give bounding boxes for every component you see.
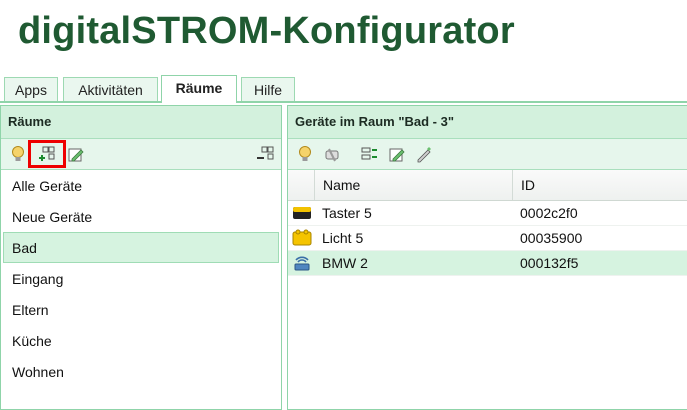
remove-room-icon[interactable] [256,145,274,163]
add-room-icon[interactable] [38,145,56,163]
table-row[interactable]: Licht 5 00035900 [288,226,687,251]
devices-panel-title: Geräte im Raum "Bad - 3" [288,106,687,139]
device-id: 000132f5 [520,255,579,271]
device-name: BMW 2 [322,255,368,271]
room-item-kueche[interactable]: Küche [3,325,279,356]
room-item-bad[interactable]: Bad [3,232,279,263]
room-item-eingang[interactable]: Eingang [3,263,279,294]
yellow-device-icon [292,229,312,247]
black-device-icon [292,204,312,222]
edit-icon[interactable] [388,145,406,163]
column-header-id[interactable]: ID [512,170,687,200]
devices-table-body: Taster 5 0002c2f0 Licht 5 00035900 BMW 2… [288,201,687,276]
room-item-neue-geraete[interactable]: Neue Geräte [3,201,279,232]
room-item-eltern[interactable]: Eltern [3,294,279,325]
device-properties-icon[interactable] [360,145,378,163]
rooms-panel: Räume Alle Geräte Neue Geräte Bad Eingan… [0,105,282,410]
devices-panel: Geräte im Raum "Bad - 3" Name ID Taster … [287,105,687,410]
device-id: 0002c2f0 [520,205,578,221]
lightbulb-icon[interactable] [9,145,27,163]
device-id: 00035900 [520,230,583,246]
room-item-alle-geraete[interactable]: Alle Geräte [3,170,279,201]
main-tabs: Apps Aktivitäten Räume Hilfe [0,75,687,103]
table-row[interactable]: BMW 2 000132f5 [288,251,687,276]
icon-column-header [288,170,314,200]
blue-wireless-device-icon [292,254,312,272]
tab-raeume[interactable]: Räume [161,75,237,103]
configure-icon[interactable] [323,145,341,163]
tab-apps[interactable]: Apps [4,77,58,101]
edit-room-icon[interactable] [67,145,85,163]
pen-icon[interactable] [415,145,433,163]
devices-toolbar [288,139,687,170]
device-name: Taster 5 [322,205,372,221]
room-item-wohnen[interactable]: Wohnen [3,356,279,387]
rooms-list: Alle Geräte Neue Geräte Bad Eingang Elte… [1,170,281,387]
device-name: Licht 5 [322,230,364,246]
lightbulb-icon[interactable] [296,145,314,163]
rooms-toolbar [1,139,281,170]
table-row[interactable]: Taster 5 0002c2f0 [288,201,687,226]
tab-hilfe[interactable]: Hilfe [241,77,295,101]
devices-table-header: Name ID [288,170,687,201]
app-title: digitalSTROM-Konfigurator [18,10,515,52]
column-header-name[interactable]: Name [314,170,512,200]
tab-aktivitaeten[interactable]: Aktivitäten [63,77,158,101]
rooms-panel-title: Räume [1,106,281,139]
